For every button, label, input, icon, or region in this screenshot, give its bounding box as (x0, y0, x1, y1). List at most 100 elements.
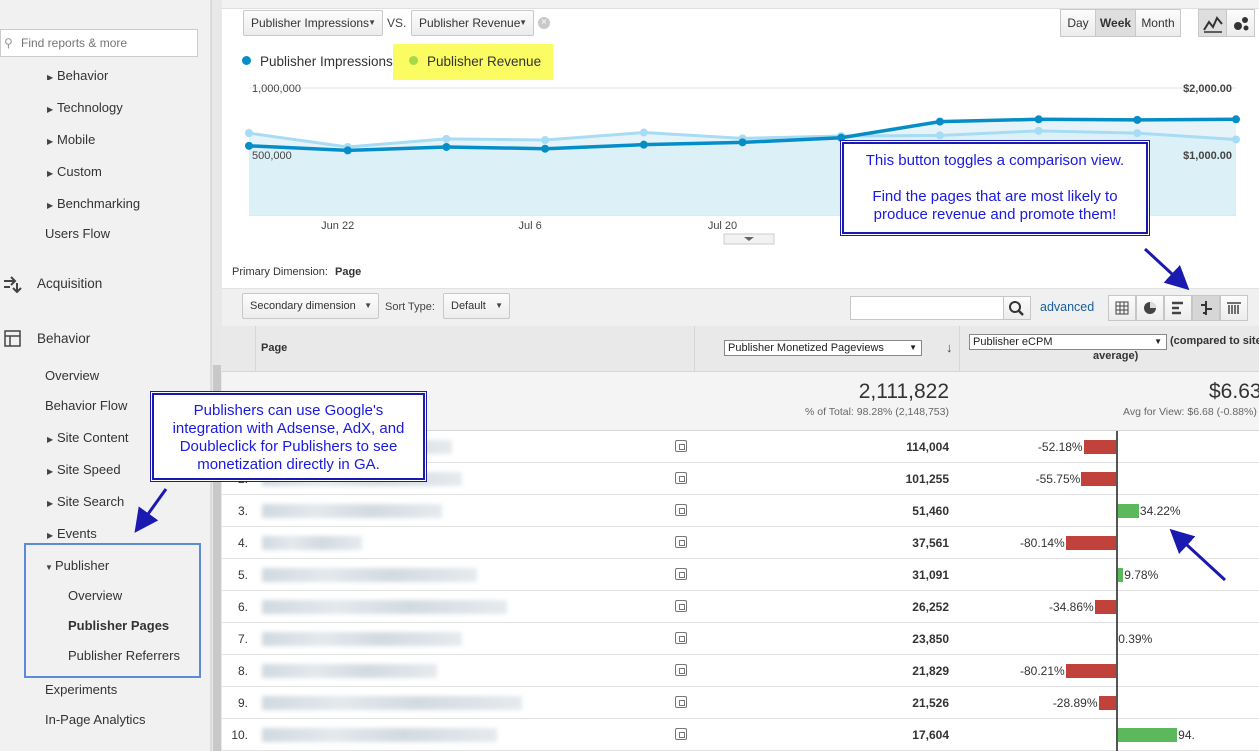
comparison-view-button[interactable] (1192, 295, 1220, 321)
open-page-icon[interactable] (675, 504, 687, 516)
positive-comparison-bar (1117, 504, 1139, 518)
open-page-icon[interactable] (675, 440, 687, 452)
impressions-line-point (541, 144, 550, 153)
impressions-line-point (442, 142, 451, 151)
x-axis-tick: Jul 20 (708, 220, 737, 232)
revenue-line-point (541, 136, 550, 145)
table-row[interactable]: 8. 21,829 -80.21% (222, 655, 1259, 687)
sidebar-section-acquisition[interactable]: Acquisition (0, 275, 200, 295)
table-row[interactable]: 6. 26,252 -34.86% (222, 591, 1259, 623)
table-row[interactable]: 5. 31,091 9.78% (222, 559, 1259, 591)
sidebar-item-site-search[interactable]: ▶ Site Search (47, 494, 124, 509)
table-search-input[interactable] (850, 296, 1004, 320)
sidebar-section-behavior[interactable]: Behavior (0, 330, 200, 350)
page-url-redacted[interactable] (262, 600, 507, 614)
page-url-redacted[interactable] (262, 568, 477, 582)
report-search-input[interactable] (21, 34, 191, 52)
page-url-redacted[interactable] (262, 504, 442, 518)
motion-chart-button[interactable] (1226, 9, 1255, 37)
metric-column-select[interactable]: Publisher Monetized Pageviews ▼ (724, 340, 922, 356)
caret-down-icon: ▼ (495, 301, 503, 310)
open-page-icon[interactable] (675, 568, 687, 580)
triangle-right-icon: ▶ (47, 201, 54, 210)
open-page-icon[interactable] (675, 536, 687, 548)
row-index: 8. (237, 664, 248, 678)
sort-desc-icon[interactable]: ↓ (946, 340, 953, 355)
negative-comparison-bar (1081, 472, 1117, 486)
row-index: 3. (237, 504, 248, 518)
callout-text: Publishers can use Google's (193, 402, 384, 419)
sidebar-item-users-flow[interactable]: Users Flow (45, 226, 110, 241)
callout-text: monetization directly in GA. (197, 456, 380, 473)
sidebar-item-overview[interactable]: Overview (45, 368, 99, 383)
total-pageviews: 2,111,822 (858, 380, 949, 403)
table-row[interactable]: 7. 23,850 0.39% (222, 623, 1259, 655)
page-url-redacted[interactable] (262, 632, 462, 646)
open-page-icon[interactable] (675, 664, 687, 676)
sort-type-select[interactable]: Default ▼ (443, 293, 510, 319)
revenue-line-point (245, 129, 253, 138)
sidebar-item-behavior-flow[interactable]: Behavior Flow (45, 398, 127, 413)
performance-view-button[interactable] (1164, 295, 1192, 321)
line-chart-button[interactable] (1198, 9, 1227, 37)
sidebar-scrollbar[interactable] (211, 0, 222, 751)
metric1-select[interactable]: Publisher Impressions ▼ (243, 10, 383, 36)
table-row[interactable]: 3. 51,460 34.22% (222, 495, 1259, 527)
ecpm-comparison-percent: 9.78% (1124, 568, 1159, 582)
sidebar-item-benchmarking[interactable]: ▶ Benchmarking (47, 196, 140, 211)
open-page-icon[interactable] (675, 600, 687, 612)
report-search[interactable]: ⚲ (0, 29, 198, 57)
impressions-line-point (1232, 115, 1240, 124)
sidebar-item-site-speed[interactable]: ▶ Site Speed (47, 462, 121, 477)
table-search-button[interactable] (1003, 296, 1031, 320)
table-row[interactable]: 9. 21,526 -28.89% (222, 687, 1259, 719)
open-page-icon[interactable] (675, 728, 687, 740)
sidebar-item-in-page-analytics[interactable]: In-Page Analytics (45, 712, 145, 727)
compare-label-2: average) (1093, 350, 1139, 362)
metric2-select[interactable]: Publisher Revenue ▼ (411, 10, 534, 36)
secondary-dimension-select[interactable]: Secondary dimension ▼ (242, 293, 379, 319)
negative-comparison-bar (1098, 696, 1117, 710)
ecpm-comparison-percent: -28.89% (1052, 696, 1098, 710)
impressions-line-point (1133, 115, 1142, 124)
ecpm-comparison-percent: -80.14% (1020, 536, 1065, 550)
sidebar-item-events[interactable]: ▶ Events (47, 526, 97, 541)
month-button[interactable]: Month (1135, 9, 1181, 37)
comparison-icon (1201, 301, 1212, 315)
page-url-redacted[interactable] (262, 664, 437, 678)
negative-comparison-bar (1094, 600, 1117, 614)
page-url-redacted[interactable] (262, 728, 497, 742)
pivot-view-button[interactable] (1220, 295, 1248, 321)
sidebar-item-publisher-referrers[interactable]: Publisher Referrers (68, 648, 180, 663)
sidebar-item-mobile[interactable]: ▶ Mobile (47, 132, 95, 147)
data-view-button[interactable] (1108, 295, 1136, 321)
impressions-line-point (837, 133, 846, 142)
sidebar-item-behavior-partial[interactable]: ▶ Behavior (47, 68, 108, 80)
ecpm-column-select[interactable]: Publisher eCPM ▼ (969, 334, 1167, 350)
pie-view-button[interactable] (1136, 295, 1164, 321)
open-page-icon[interactable] (675, 632, 687, 644)
sidebar-item-custom[interactable]: ▶ Custom (47, 164, 102, 179)
sidebar-item-publisher[interactable]: ▼ Publisher (45, 558, 109, 573)
open-page-icon[interactable] (675, 472, 687, 484)
column-header-page[interactable]: Page (261, 342, 287, 354)
table-row[interactable]: 10. 17,604 94. (222, 719, 1259, 751)
day-button[interactable]: Day (1060, 9, 1096, 37)
x-axis-tick: Jul 6 (518, 220, 541, 232)
week-button[interactable]: Week (1095, 9, 1136, 37)
clear-metric-icon[interactable]: × (538, 17, 550, 29)
advanced-link[interactable]: advanced (1040, 300, 1094, 314)
legend-dot (242, 56, 251, 65)
monetized-pageviews: 31,091 (912, 568, 949, 582)
sidebar-item-site-content[interactable]: ▶ Site Content (47, 430, 129, 445)
sidebar-item-technology[interactable]: ▶ Technology (47, 100, 123, 115)
sidebar-item-experiments[interactable]: Experiments (45, 682, 117, 697)
triangle-right-icon: ▶ (47, 499, 54, 508)
sidebar-item-publisher-pages[interactable]: Publisher Pages (68, 618, 169, 633)
table-row[interactable]: 4. 37,561 -80.14% (222, 527, 1259, 559)
primary-dimension-page[interactable]: Page (335, 266, 361, 278)
page-url-redacted[interactable] (262, 696, 522, 710)
sidebar-item-publisher-overview[interactable]: Overview (68, 588, 122, 603)
open-page-icon[interactable] (675, 696, 687, 708)
page-url-redacted[interactable] (262, 536, 362, 550)
